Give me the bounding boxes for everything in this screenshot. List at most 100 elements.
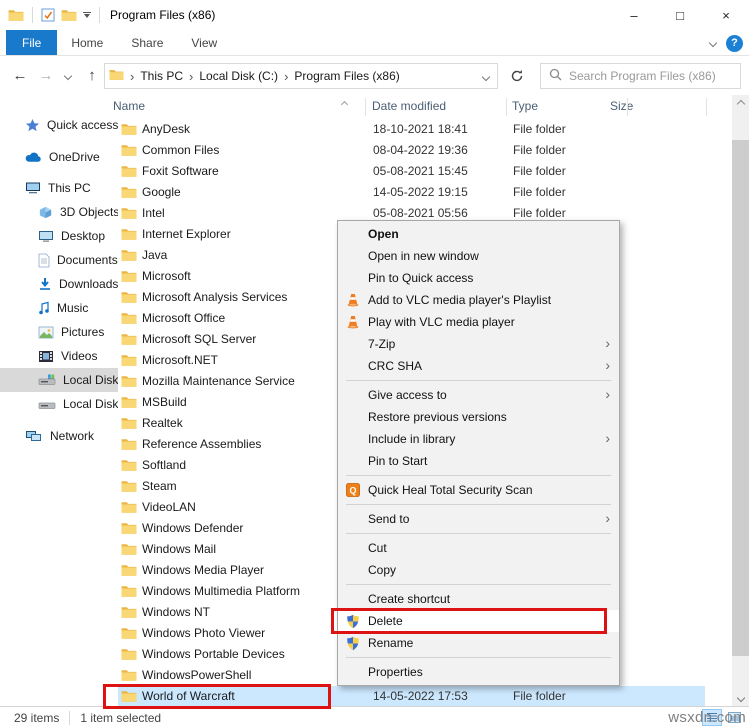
- selection-count: 1 item selected: [80, 711, 161, 725]
- folder-icon: [121, 689, 137, 706]
- address-dropdown-icon[interactable]: [482, 73, 490, 81]
- file-name: Steam: [142, 479, 177, 493]
- tab-home[interactable]: Home: [57, 30, 117, 55]
- menu-item-quick-heal-total-security-scan[interactable]: QQuick Heal Total Security Scan: [338, 479, 619, 501]
- file-name: VideoLAN: [142, 500, 196, 514]
- column-header-name[interactable]: Name: [113, 99, 145, 113]
- back-button[interactable]: ←: [8, 56, 32, 95]
- close-button[interactable]: ×: [703, 0, 749, 30]
- menu-separator: [346, 504, 611, 505]
- sidebar-item-onedrive[interactable]: OneDrive: [0, 145, 118, 169]
- local-disk-c-icon: [38, 374, 56, 386]
- column-divider[interactable]: [627, 98, 628, 116]
- menu-item-open[interactable]: Open: [338, 223, 619, 245]
- menu-item-cut[interactable]: Cut: [338, 537, 619, 559]
- menu-item-pin-to-start[interactable]: Pin to Start: [338, 450, 619, 472]
- sidebar-item-3d-objects[interactable]: 3D Objects: [0, 200, 118, 224]
- column-header-type[interactable]: Type: [512, 99, 538, 113]
- menu-item-delete[interactable]: Delete: [338, 610, 619, 632]
- sidebar-item-this-pc[interactable]: This PC: [0, 176, 118, 200]
- tab-view[interactable]: View: [177, 30, 231, 55]
- sidebar-item-label: This PC: [48, 181, 91, 195]
- file-date-modified: 14-05-2022 17:53: [373, 689, 468, 703]
- submenu-arrow-icon: ›: [605, 335, 610, 351]
- scrollbar-thumb[interactable]: [732, 140, 749, 656]
- properties-icon[interactable]: [41, 8, 55, 22]
- column-divider[interactable]: [365, 98, 366, 116]
- menu-item-open-in-new-window[interactable]: Open in new window: [338, 245, 619, 267]
- search-input[interactable]: Search Program Files (x86): [540, 63, 741, 89]
- refresh-icon[interactable]: [504, 63, 530, 89]
- expand-ribbon-icon[interactable]: [709, 39, 717, 47]
- menu-item-create-shortcut[interactable]: Create shortcut: [338, 588, 619, 610]
- breadcrumb-local-disk[interactable]: Local Disk (C:): [197, 69, 280, 83]
- sidebar-item-documents[interactable]: Documents: [0, 248, 118, 272]
- up-button[interactable]: ↑: [80, 56, 104, 95]
- menu-item-send-to[interactable]: Send to›: [338, 508, 619, 530]
- help-icon[interactable]: ?: [726, 35, 743, 52]
- file-name: Internet Explorer: [142, 227, 231, 241]
- file-name: Windows Media Player: [142, 563, 264, 577]
- vertical-scrollbar[interactable]: [732, 95, 749, 706]
- file-row-anydesk[interactable]: AnyDesk18-10-2021 18:41File folder: [118, 119, 732, 140]
- tab-file[interactable]: File: [6, 30, 57, 55]
- sidebar-item-music[interactable]: Music: [0, 296, 118, 320]
- recent-locations-icon[interactable]: [60, 56, 76, 95]
- sidebar-item-local-disk-d[interactable]: Local Disk (D:): [0, 392, 118, 416]
- file-row-world-of-warcraft[interactable]: World of Warcraft14-05-2022 17:53File fo…: [118, 686, 732, 707]
- file-row-google[interactable]: Google14-05-2022 19:15File folder: [118, 182, 732, 203]
- menu-item-crc-sha[interactable]: CRC SHA›: [338, 355, 619, 377]
- menu-item-play-with-vlc-media-player[interactable]: Play with VLC media player: [338, 311, 619, 333]
- sidebar-item-label: Pictures: [61, 325, 104, 339]
- sidebar-item-downloads[interactable]: Downloads: [0, 272, 118, 296]
- sidebar-item-videos[interactable]: Videos: [0, 344, 118, 368]
- file-type: File folder: [513, 689, 566, 703]
- sidebar-item-quick-access[interactable]: Quick access: [0, 113, 118, 137]
- column-header-date-modified[interactable]: Date modified: [372, 99, 446, 113]
- menu-item-pin-to-quick-access[interactable]: Pin to Quick access: [338, 267, 619, 289]
- menu-separator: [346, 380, 611, 381]
- breadcrumb-this-pc[interactable]: This PC: [138, 69, 185, 83]
- sidebar-item-desktop[interactable]: Desktop: [0, 224, 118, 248]
- menu-item-properties[interactable]: Properties: [338, 661, 619, 683]
- onedrive-cloud-icon: [25, 152, 42, 163]
- sidebar-item-network[interactable]: Network: [0, 424, 118, 448]
- folder-icon: [121, 143, 137, 160]
- menu-item-rename[interactable]: Rename: [338, 632, 619, 654]
- menu-item-add-to-vlc-media-player-s-playlist[interactable]: Add to VLC media player's Playlist: [338, 289, 619, 311]
- folder-icon: [121, 290, 137, 307]
- menu-item-label: Restore previous versions: [368, 410, 507, 424]
- customize-toolbar-icon[interactable]: [83, 12, 91, 18]
- breadcrumb-program-files[interactable]: Program Files (x86): [292, 69, 401, 83]
- file-row-common-files[interactable]: Common Files08-04-2022 19:36File folder: [118, 140, 732, 161]
- column-divider[interactable]: [706, 98, 707, 116]
- maximize-button[interactable]: □: [657, 0, 703, 30]
- folder-icon: [121, 458, 137, 475]
- scroll-up-icon[interactable]: [732, 95, 749, 112]
- file-type: File folder: [513, 122, 566, 136]
- column-divider[interactable]: [506, 98, 507, 116]
- file-row-foxit-software[interactable]: Foxit Software05-08-2021 15:45File folde…: [118, 161, 732, 182]
- file-name: Realtek: [142, 416, 183, 430]
- column-header-size[interactable]: Size: [610, 99, 633, 113]
- forward-button[interactable]: →: [34, 56, 58, 95]
- crumb-chevron-icon: ›: [126, 69, 138, 84]
- new-folder-icon[interactable]: [61, 8, 77, 22]
- sidebar-item-pictures[interactable]: Pictures: [0, 320, 118, 344]
- menu-item-label: Pin to Quick access: [368, 271, 473, 285]
- tab-share[interactable]: Share: [117, 30, 177, 55]
- menu-item-restore-previous-versions[interactable]: Restore previous versions: [338, 406, 619, 428]
- minimize-button[interactable]: –: [611, 0, 657, 30]
- menu-item-copy[interactable]: Copy: [338, 559, 619, 581]
- app-folder-icon: [8, 8, 24, 22]
- breadcrumb[interactable]: › This PC › Local Disk (C:) › Program Fi…: [104, 63, 498, 89]
- menu-item-include-in-library[interactable]: Include in library›: [338, 428, 619, 450]
- menu-item-7-zip[interactable]: 7-Zip›: [338, 333, 619, 355]
- menu-item-give-access-to[interactable]: Give access to›: [338, 384, 619, 406]
- folder-icon: [121, 584, 137, 601]
- menu-item-label: Delete: [368, 614, 403, 628]
- this-pc-icon: [25, 181, 41, 195]
- sidebar-item-local-disk-c[interactable]: Local Disk (C:): [0, 368, 118, 392]
- menu-separator: [346, 533, 611, 534]
- scroll-down-icon[interactable]: [732, 689, 749, 706]
